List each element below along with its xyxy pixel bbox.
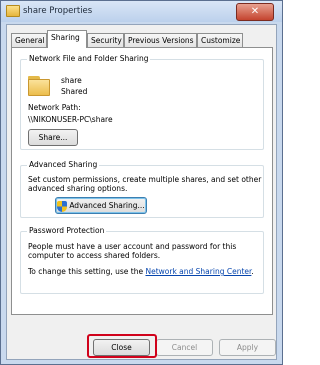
folder-app-icon [6,5,20,17]
folder-status: Shared [61,87,88,96]
password-protection-text-2: computer to access shared folders. [28,251,161,260]
tab-general[interactable]: General [11,33,47,47]
properties-window: share Properties ✕ General Sharing Secur… [0,0,283,365]
network-sharing-center-link[interactable]: Network and Sharing Center [145,267,251,276]
cancel-button[interactable]: Cancel [156,339,213,356]
folder-name: share [61,76,82,85]
network-sharing-title: Network File and Folder Sharing [27,54,151,63]
tab-security[interactable]: Security [87,33,124,47]
change-setting-suffix: . [251,267,254,276]
advanced-sharing-group: Advanced Sharing Set custom permissions,… [20,160,264,218]
network-sharing-group: Network File and Folder Sharing share Sh… [20,54,264,150]
password-protection-group: Password Protection People must have a u… [20,226,264,294]
change-setting-text: To change this setting, use the [28,267,146,276]
uac-shield-icon [57,200,68,212]
advanced-sharing-description-1: Set custom permissions, create multiple … [28,175,262,184]
window-title: share Properties [23,6,93,16]
sharing-tab-panel: Network File and Folder Sharing share Sh… [11,47,273,315]
close-button-highlight [87,334,157,358]
network-path-label: Network Path: [28,103,81,112]
password-protection-change-line: To change this setting, use the Network … [28,267,254,276]
password-protection-text-1: People must have a user account and pass… [28,242,237,251]
folder-icon [28,76,50,96]
password-protection-title: Password Protection [27,226,107,235]
tab-sharing[interactable]: Sharing [47,30,87,48]
advanced-sharing-title: Advanced Sharing [27,160,100,169]
advanced-sharing-description-2: advanced sharing options. [28,184,128,193]
dialog-client-area: General Sharing Security Previous Versio… [6,24,277,360]
advanced-sharing-button[interactable]: Advanced Sharing... [55,197,147,214]
tab-previous-versions[interactable]: Previous Versions [124,33,197,47]
advanced-sharing-button-label: Advanced Sharing... [69,201,145,210]
title-bar[interactable]: share Properties ✕ [1,1,282,22]
window-close-button[interactable]: ✕ [236,3,274,21]
share-button[interactable]: Share... [28,129,78,146]
network-path-value: \\NIKONUSER-PC\share [28,115,113,124]
apply-button[interactable]: Apply [219,339,276,356]
tab-customize[interactable]: Customize [197,33,243,47]
